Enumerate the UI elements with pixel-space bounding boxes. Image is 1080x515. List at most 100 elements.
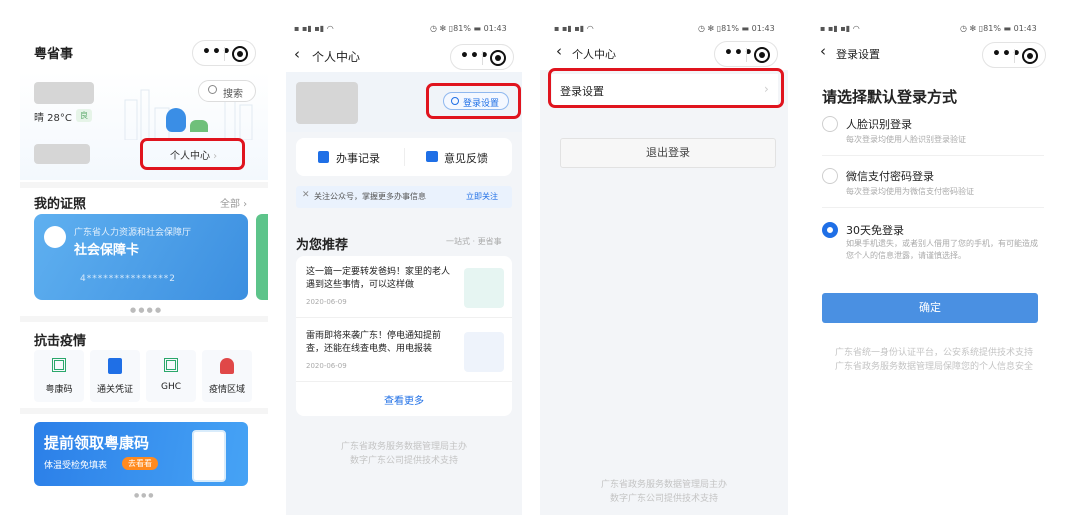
radio-face[interactable] bbox=[822, 116, 838, 132]
footer-line: 广东省政务服务数据管理局保障您的个人信息安全 bbox=[834, 362, 1033, 372]
status-time: 01:43 bbox=[751, 24, 775, 33]
ghc-icon bbox=[164, 358, 178, 372]
epidemic-item-label: 粤康码 bbox=[45, 385, 73, 395]
avatar-blurred bbox=[296, 82, 358, 124]
screen-login-method: ▪ ▪▮ ▪▮ ◠ ◷ ✻ ▯81% ▬ 01:43 ‹ 登录设置 ••• 请选… bbox=[808, 0, 1060, 515]
epidemic-item-label: 疫情区域 bbox=[208, 385, 245, 395]
option-desc: 每次登录均使用为微信支付密码验证 bbox=[846, 187, 974, 196]
banner-title: 提前领取粤康码 bbox=[44, 434, 150, 452]
view-more-button[interactable]: 查看更多 bbox=[296, 392, 512, 407]
screen-personal-center: ▪ ▪▮ ▪▮ ◠ ◷ ✻ ▯81% ▬ 01:43 ‹ 个人中心 ••• 登录… bbox=[286, 0, 522, 515]
epidemic-item-area[interactable]: 疫情区域 bbox=[202, 350, 252, 402]
recommend-subtitle: 一站式 · 更省事 bbox=[446, 237, 502, 246]
close-icon[interactable] bbox=[490, 50, 506, 66]
radio-30-days-selected[interactable] bbox=[822, 222, 838, 238]
card-name: 社会保障卡 bbox=[74, 243, 140, 258]
aqi-badge: 良 bbox=[76, 109, 92, 122]
mini-program-capsule[interactable]: ••• bbox=[714, 41, 778, 67]
close-icon[interactable] bbox=[232, 46, 248, 62]
records-label: 办事记录 bbox=[336, 152, 380, 165]
highlight-personal-center bbox=[140, 138, 245, 170]
epidemic-item-ghc[interactable]: GHC bbox=[146, 350, 196, 402]
chevron-right-icon: › bbox=[240, 199, 248, 210]
divider bbox=[20, 408, 268, 414]
card-logo-icon bbox=[44, 226, 66, 248]
mini-program-capsule[interactable]: ••• bbox=[982, 42, 1046, 68]
footer-note: 广东省政务服务数据管理局主办 数字广东公司提供技术支持 bbox=[286, 440, 522, 468]
divider bbox=[20, 182, 268, 188]
page-title: 个人中心 bbox=[572, 48, 616, 61]
option-label: 30天免登录 bbox=[846, 224, 904, 237]
next-card-peek bbox=[256, 214, 268, 300]
epidemic-item-pass[interactable]: 通关凭证 bbox=[90, 350, 140, 402]
option-face[interactable]: 人脸识别登录 每次登录均使用人脸识别登录验证 bbox=[822, 112, 1044, 156]
status-carrier: ▪ ▪▮ ▪▮ ◠ bbox=[294, 24, 334, 33]
highlight-login-settings bbox=[426, 83, 521, 119]
footer-note: 广东省政务服务数据管理局主办 数字广东公司提供技术支持 bbox=[540, 478, 788, 506]
article-list: 这一篇一定要转发爸妈！家里的老人遇到这些事情，可以这样做 2020-06-09 … bbox=[296, 256, 512, 416]
screen-settings-list: ▪ ▪▮ ▪▮ ◠ ◷ ✻ ▯81% ▬ 01:43 ‹ 个人中心 ••• 登录… bbox=[540, 0, 788, 515]
status-carrier: ▪ ▪▮ ▪▮ ◠ bbox=[554, 24, 594, 33]
card-org: 广东省人力资源和社会保障厅 bbox=[74, 228, 192, 238]
epidemic-grid: 粤康码 通关凭证 GHC 疫情区域 bbox=[34, 350, 252, 402]
footer-line: 广东省政务服务数据管理局主办 bbox=[600, 480, 727, 490]
feedback-button[interactable]: 意见反馈 bbox=[404, 138, 512, 176]
option-30-days[interactable]: 30天免登录 如果手机遗失，或者别人借用了您的手机，有可能造成您个人的信息泄露，… bbox=[822, 218, 1044, 274]
confirm-button[interactable]: 确定 bbox=[822, 293, 1038, 323]
option-desc: 每次登录均使用人脸识别登录验证 bbox=[846, 135, 966, 144]
mini-program-capsule[interactable]: ••• bbox=[192, 40, 256, 66]
page-title: 登录设置 bbox=[836, 48, 880, 61]
status-right: ◷ ✻ ▯81% ▬ 01:43 bbox=[960, 24, 1037, 33]
status-time: 01:43 bbox=[483, 24, 507, 33]
action-card: 办事记录 意见反馈 bbox=[296, 138, 512, 176]
back-icon[interactable]: ‹ bbox=[820, 42, 826, 60]
all-certs-link[interactable]: 全部 › bbox=[220, 195, 247, 210]
radio-wechat-pay[interactable] bbox=[822, 168, 838, 184]
epidemic-item-label: 通关凭证 bbox=[96, 385, 133, 395]
option-wechat-pay[interactable]: 微信支付密码登录 每次登录均使用为微信支付密码验证 bbox=[822, 164, 1044, 208]
close-icon[interactable] bbox=[1022, 48, 1038, 64]
back-icon[interactable]: ‹ bbox=[294, 45, 300, 63]
carousel-dots: ● ● ● bbox=[134, 492, 154, 499]
option-label: 人脸识别登录 bbox=[846, 118, 912, 131]
records-icon bbox=[318, 151, 329, 163]
option-desc: 如果手机遗失，或者别人借用了您的手机，有可能造成您个人的信息泄露，请谨慎选择。 bbox=[846, 239, 1038, 260]
epidemic-title: 抗击疫情 bbox=[34, 334, 87, 349]
article-item[interactable]: 雷雨即将来袭广东！停电通知提前查，还能在线查电费、用电报装 2020-06-09 bbox=[296, 320, 512, 382]
plant-decoration bbox=[190, 120, 208, 132]
mini-program-capsule[interactable]: ••• bbox=[450, 44, 514, 70]
carousel-dots: ● ● ● ● bbox=[130, 306, 162, 314]
option-label: 微信支付密码登录 bbox=[846, 170, 934, 183]
highlight-login-settings bbox=[548, 68, 784, 108]
follow-tip-bar: ✕ 关注公众号，掌握更多办事信息 立即关注 bbox=[296, 186, 512, 208]
promo-banner[interactable]: 提前领取粤康码 体温受检免填表 去看看 bbox=[34, 422, 248, 486]
more-icon[interactable]: ••• bbox=[202, 44, 232, 60]
mascot-icon bbox=[166, 108, 186, 132]
page-title: 个人中心 bbox=[312, 50, 361, 64]
records-button[interactable]: 办事记录 bbox=[296, 138, 404, 176]
screen-home: 粤省事 ••• 搜索 晴 28°C 良 个人中心 › 我的证照 全部 › 广东省… bbox=[20, 0, 268, 515]
close-icon[interactable] bbox=[754, 47, 770, 63]
more-icon[interactable]: ••• bbox=[724, 45, 754, 61]
phone-illustration bbox=[192, 430, 226, 482]
article-thumbnail bbox=[464, 268, 504, 308]
article-thumbnail bbox=[464, 332, 504, 372]
qr-icon bbox=[52, 358, 66, 372]
battery-level: 81% bbox=[721, 24, 739, 33]
app-title: 粤省事 bbox=[34, 47, 74, 62]
more-icon[interactable]: ••• bbox=[992, 46, 1022, 62]
close-tip-icon[interactable]: ✕ bbox=[302, 190, 310, 200]
search-button[interactable]: 搜索 bbox=[198, 80, 256, 102]
follow-button[interactable]: 立即关注 bbox=[466, 191, 498, 202]
article-title: 雷雨即将来袭广东！停电通知提前查，还能在线查电费、用电报装 bbox=[306, 331, 442, 354]
social-security-card[interactable]: 广东省人力资源和社会保障厅 社会保障卡 4***************2 bbox=[34, 214, 248, 300]
back-icon[interactable]: ‹ bbox=[556, 42, 562, 60]
alarm-icon bbox=[220, 358, 234, 374]
logout-button[interactable]: 退出登录 bbox=[560, 138, 776, 168]
banner-button[interactable]: 去看看 bbox=[122, 457, 158, 470]
article-item[interactable]: 这一篇一定要转发爸妈！家里的老人遇到这些事情，可以这样做 2020-06-09 bbox=[296, 256, 512, 318]
footer-note: 广东省统一身份认证平台，公安系统提供技术支持 广东省政务服务数据管理局保障您的个… bbox=[808, 346, 1060, 374]
more-icon[interactable]: ••• bbox=[460, 48, 490, 64]
divider bbox=[20, 316, 268, 322]
epidemic-item-yuekangma[interactable]: 粤康码 bbox=[34, 350, 84, 402]
